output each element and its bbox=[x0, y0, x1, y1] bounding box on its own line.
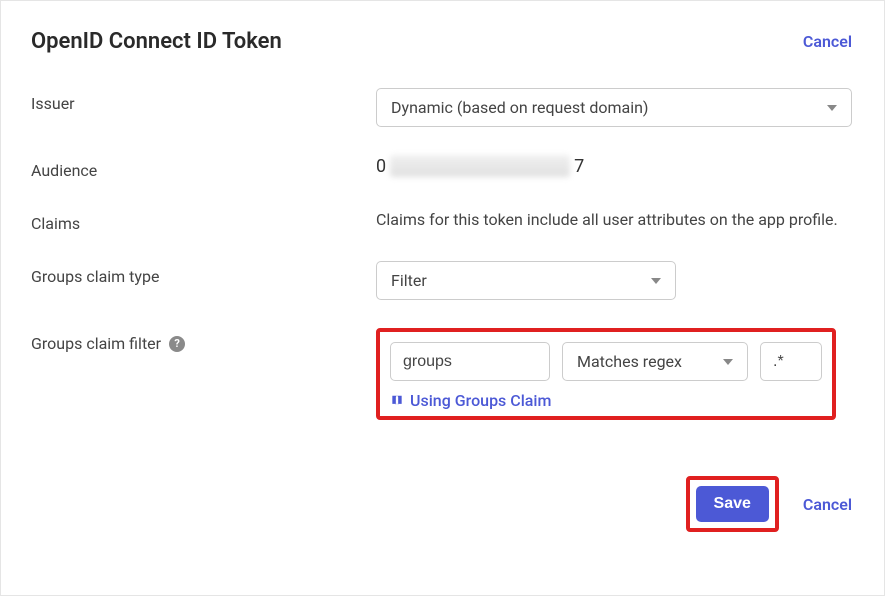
groups-doc-link[interactable]: Using Groups Claim bbox=[390, 391, 822, 410]
page-title: OpenID Connect ID Token bbox=[31, 29, 282, 54]
groups-claim-name-input[interactable] bbox=[390, 342, 550, 381]
panel-footer: Save Cancel bbox=[31, 476, 852, 532]
audience-suffix: 7 bbox=[574, 156, 584, 177]
claims-description: Claims for this token include all user a… bbox=[376, 208, 852, 233]
openid-token-panel: OpenID Connect ID Token Cancel Issuer Dy… bbox=[0, 0, 885, 596]
chevron-down-icon bbox=[651, 278, 661, 284]
label-audience: Audience bbox=[31, 155, 376, 180]
label-groups-filter-text: Groups claim filter bbox=[31, 334, 161, 353]
audience-value: 0 7 bbox=[376, 155, 852, 177]
groups-match-select[interactable]: Matches regex bbox=[562, 342, 748, 381]
groups-filter-controls: Matches regex bbox=[390, 342, 822, 381]
chevron-down-icon bbox=[723, 359, 733, 365]
groups-type-select[interactable]: Filter bbox=[376, 261, 676, 300]
groups-type-value: Filter bbox=[391, 271, 427, 290]
audience-prefix: 0 bbox=[376, 156, 386, 177]
label-claims: Claims bbox=[31, 208, 376, 233]
issuer-select[interactable]: Dynamic (based on request domain) bbox=[376, 88, 852, 127]
row-groups-filter: Groups claim filter ? Matches regex bbox=[31, 328, 852, 420]
row-claims: Claims Claims for this token include all… bbox=[31, 208, 852, 233]
groups-filter-highlight: Matches regex Using Groups Claim bbox=[376, 328, 836, 420]
help-icon[interactable]: ? bbox=[169, 336, 185, 352]
save-button[interactable]: Save bbox=[696, 486, 769, 522]
row-issuer: Issuer Dynamic (based on request domain) bbox=[31, 88, 852, 127]
chevron-down-icon bbox=[827, 105, 837, 111]
panel-header: OpenID Connect ID Token Cancel bbox=[31, 29, 852, 54]
groups-match-value: Matches regex bbox=[577, 352, 682, 371]
label-groups-type: Groups claim type bbox=[31, 261, 376, 286]
label-groups-filter: Groups claim filter ? bbox=[31, 328, 376, 353]
row-audience: Audience 0 7 bbox=[31, 155, 852, 180]
cancel-link-bottom[interactable]: Cancel bbox=[803, 495, 852, 514]
audience-redacted bbox=[390, 155, 570, 177]
save-highlight: Save bbox=[686, 476, 779, 532]
row-groups-type: Groups claim type Filter bbox=[31, 261, 852, 300]
label-issuer: Issuer bbox=[31, 88, 376, 113]
groups-regex-input[interactable] bbox=[760, 342, 822, 381]
cancel-link-top[interactable]: Cancel bbox=[803, 32, 852, 51]
book-icon bbox=[390, 394, 404, 408]
issuer-select-value: Dynamic (based on request domain) bbox=[391, 98, 649, 117]
groups-doc-link-text: Using Groups Claim bbox=[410, 391, 551, 410]
